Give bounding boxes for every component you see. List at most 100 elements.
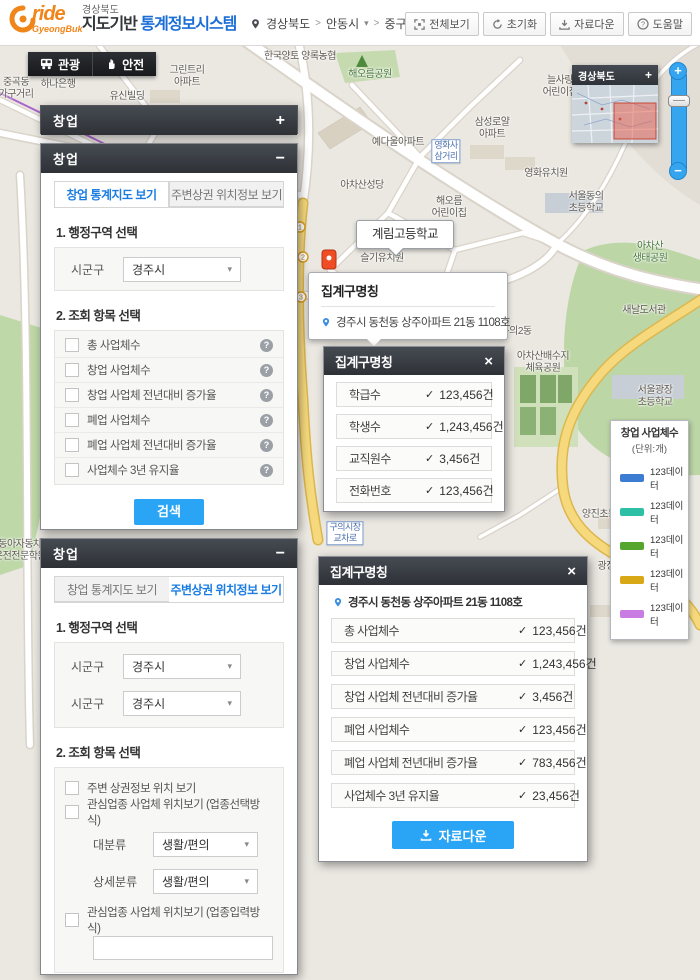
checkbox-total-biz[interactable] [65,338,79,352]
close-icon[interactable]: × [484,354,493,369]
zoom-in-button[interactable]: + [669,62,687,80]
tour-layer-button[interactable]: 관광 [28,52,92,76]
stat-row: 학급수 ✓123,456건 [336,382,492,407]
section-title-region: 1. 행정구역 선택 [56,222,297,241]
collapse-icon[interactable]: − [276,151,285,167]
help-tooltip-icon[interactable]: ? [260,464,273,477]
legend-swatch-blue [620,474,644,482]
industry-input[interactable] [93,936,273,960]
breadcrumb-city[interactable]: 안동시 [326,15,359,32]
checkbox-closed-biz[interactable] [65,413,79,427]
logo-subtext: GyeongBuk [32,25,83,34]
minimap-graphics [572,85,658,143]
section-title-region: 1. 행정구역 선택 [56,617,297,636]
checkbox-nearby-market[interactable] [65,781,79,795]
startup-location-panel: 창업 − 창업 통계지도 보기 주변상권 위치정보 보기 1. 행정구역 선택 … [40,538,298,975]
major-category-select[interactable]: 생활/편의 ▾ [153,832,258,857]
check-icon: ✓ [518,657,527,670]
tab-stats-map[interactable]: 창업 통계지도 보기 [54,181,169,207]
reset-button[interactable]: 초기화 [483,12,546,36]
app-header: ride GyeongBuk 경상북도 지도기반 통계정보시스템 경상북도 > … [0,0,700,46]
chevron-down-icon: ▾ [227,661,232,672]
expand-icon[interactable]: + [276,113,285,129]
view-all-button[interactable]: 전체보기 [405,12,478,36]
section-title-items: 2. 조회 항목 선택 [56,305,297,324]
sigungu-select[interactable]: 경주시 ▾ [123,257,241,282]
location-pin-icon [333,596,343,609]
header-buttons: 전체보기 초기화 자료다운 ? 도움말 [405,12,692,36]
help-tooltip-icon[interactable]: ? [260,414,273,427]
item-row-startup-biz: 창업 사업체수 ? [55,357,283,382]
section-title-items: 2. 조회 항목 선택 [56,742,297,761]
map-label: 하나은행 [41,79,76,91]
legend-title: 창업 사업체수 [611,427,688,441]
site-region-label: 경상북도 [82,5,236,16]
chevron-down-icon: ▾ [244,876,249,887]
check-icon: ✓ [425,484,434,497]
tab-stats-map[interactable]: 창업 통계지도 보기 [54,576,169,602]
panel-title: 창업 [53,111,79,130]
reset-label: 초기화 [507,16,537,32]
minimap-expand-button[interactable]: + [645,68,652,82]
check-icon: ✓ [425,420,434,433]
fullscreen-icon [414,19,425,30]
help-tooltip-icon[interactable]: ? [260,339,273,352]
checkbox-industry-select[interactable] [65,805,79,819]
stat-value: 3,456건 [439,450,480,467]
data-download-button[interactable]: 자료다운 [550,12,623,36]
zoom-slider-track[interactable] [671,68,687,176]
check-icon: ✓ [518,624,527,637]
check-icon: ✓ [518,756,527,769]
refresh-icon [492,19,503,30]
checkbox-startup-biz[interactable] [65,363,79,377]
map-label: 아차산성당 [340,180,384,192]
help-tooltip-icon[interactable]: ? [260,439,273,452]
stat-value: 783,456건 [532,754,586,771]
sigungu-select-2[interactable]: 경주시 ▾ [123,691,241,716]
help-button[interactable]: ? 도움말 [628,12,692,36]
sigungu-select-1[interactable]: 경주시 ▾ [123,654,241,679]
tab-nearby-market[interactable]: 주변상권 위치정보 보기 [169,576,284,602]
breadcrumb-province[interactable]: 경상북도 [266,15,310,32]
check-icon: ✓ [518,690,527,703]
overview-minimap: 경상북도 + [572,65,658,143]
zoom-slider-handle[interactable] [668,95,690,107]
legend-swatch-gold [620,576,644,584]
major-category-label: 대분류 [93,836,141,853]
collapse-icon[interactable]: − [276,546,285,562]
checkbox-closed-growth[interactable] [65,438,79,452]
search-button[interactable]: 검색 [134,499,204,525]
download-data-button[interactable]: 자료다운 [392,821,514,849]
sigungu-label: 시군구 [71,695,111,712]
hand-icon [105,58,117,70]
minimap-title: 경상북도 [578,68,615,83]
zoom-out-button[interactable]: − [669,162,687,180]
item-row-closed-growth: 폐업 사업체 전년대비 증가율 ? [55,432,283,457]
location-pin-icon [321,316,331,329]
checkbox-startup-growth[interactable] [65,388,79,402]
breadcrumb: 경상북도 > 안동시 ▾ > 중구동 ▾ [250,15,427,32]
sigungu-selected-value: 경주시 [132,658,165,675]
help-tooltip-icon[interactable]: ? [260,389,273,402]
stat-row: 전화번호 ✓123,456건 [336,478,492,503]
detail-category-select[interactable]: 생활/편의 ▾ [153,869,258,894]
tab-nearby-market[interactable]: 주변상권 위치정보 보기 [169,181,284,207]
map-label: 서울광장 초등학교 [638,385,673,409]
help-tooltip-icon[interactable]: ? [260,364,273,377]
help-label: 도움말 [653,16,683,32]
checkbox-retention[interactable] [65,463,79,477]
pride-gyeongbuk-logo[interactable]: ride GyeongBuk [8,4,83,34]
legend-item: 123데이터 [611,597,688,631]
checkbox-industry-input[interactable] [65,913,79,927]
legend-item: 123데이터 [611,495,688,529]
map-label: 아차산배수지 체육공원 [517,351,569,375]
close-icon[interactable]: × [567,564,576,579]
data-download-label: 자료다운 [574,16,614,32]
safety-layer-button[interactable]: 안전 [92,52,156,76]
stat-row: 창업 사업체수 ✓1,243,456건 [331,651,575,676]
chevron-down-icon[interactable]: ▾ [364,18,369,29]
minimap-thumbnail[interactable] [572,85,658,143]
site-title-accent: 통계정보시스템 [140,16,236,33]
legend-unit: (단위:개) [611,441,688,455]
address-text: 경주시 동천동 상주아파트 21동 1108호 [348,594,522,610]
